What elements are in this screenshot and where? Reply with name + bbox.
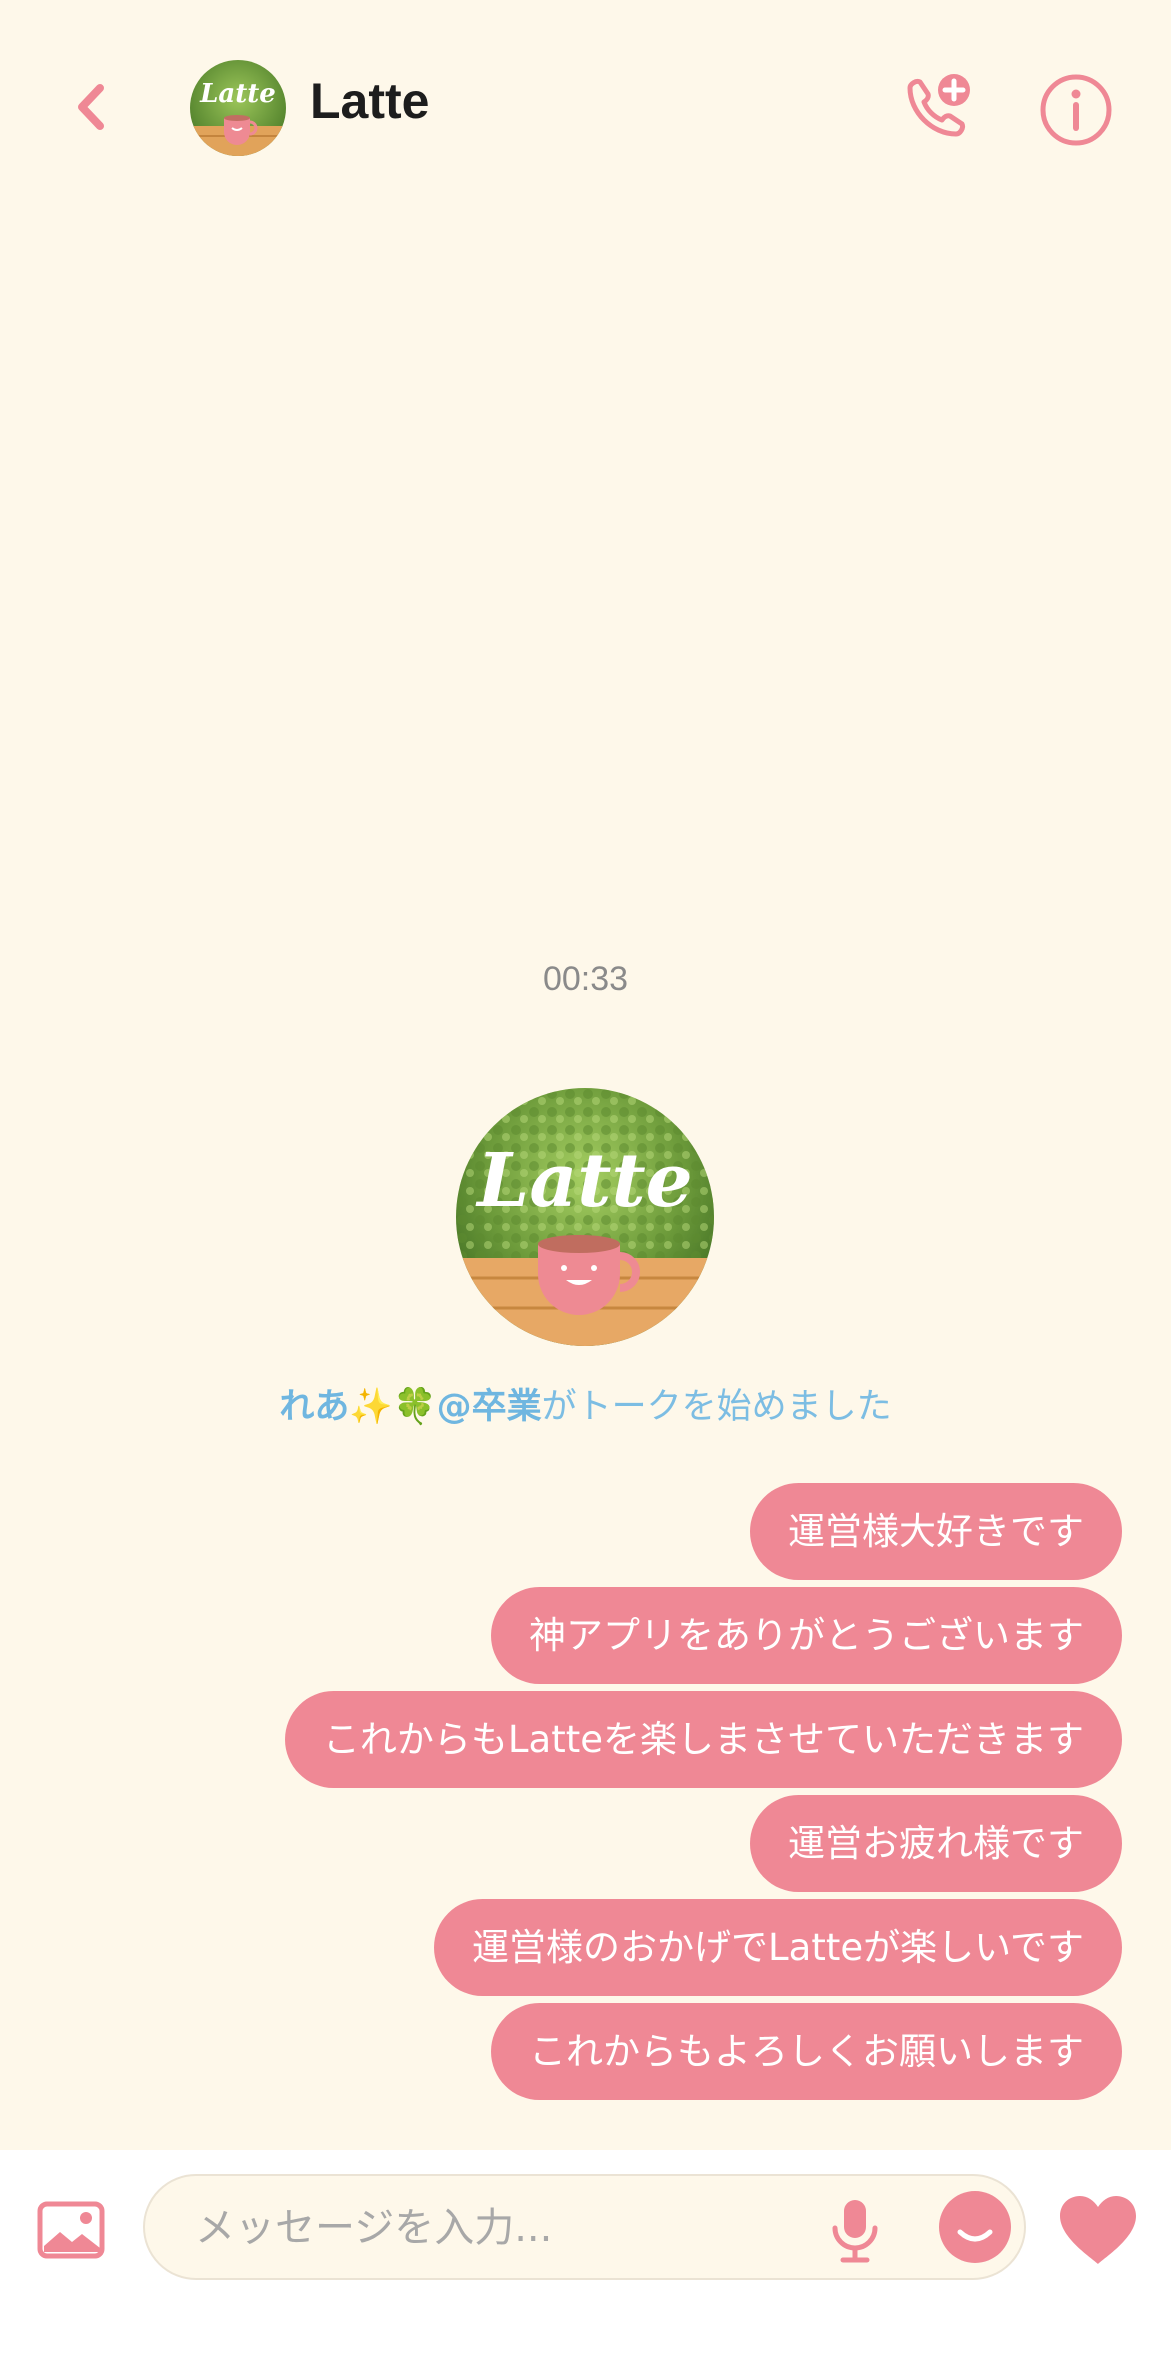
- add-call-icon[interactable]: [900, 72, 974, 146]
- composer-bar: [0, 2150, 1171, 2364]
- emoji-icon[interactable]: [938, 2190, 1012, 2264]
- header-avatar[interactable]: Latte: [190, 60, 286, 156]
- chat-header: Latte Latte: [0, 0, 1171, 215]
- group-avatar-text: Latte: [475, 1138, 692, 1224]
- heart-icon[interactable]: [1056, 2194, 1140, 2266]
- system-message: れあ✨🍀@卒業がトークを始めました: [0, 1378, 1171, 1429]
- message-bubble[interactable]: これからもLatteを楽しまさせていただきます: [284, 1691, 1122, 1788]
- chat-title: Latte: [310, 73, 430, 129]
- system-message-text: がトークを始めました: [541, 1387, 892, 1427]
- message-bubble[interactable]: 運営様大好きです: [750, 1483, 1122, 1580]
- message-input[interactable]: [193, 2176, 757, 2280]
- header-avatar-text: Latte: [199, 79, 276, 109]
- message-timestamp: 00:33: [542, 960, 629, 998]
- mic-icon[interactable]: [825, 2196, 885, 2266]
- message-bubble[interactable]: 神アプリをありがとうございます: [491, 1587, 1122, 1684]
- message-bubble[interactable]: これからもよろしくお願いします: [491, 2003, 1122, 2100]
- message-bubble[interactable]: 運営お疲れ様です: [750, 1795, 1122, 1892]
- system-message-user[interactable]: れあ✨🍀@卒業: [279, 1387, 541, 1427]
- message-bubble[interactable]: 運営様のおかげでLatteが楽しいです: [434, 1899, 1122, 1996]
- back-icon[interactable]: [62, 72, 122, 142]
- message-input-box[interactable]: [143, 2174, 1026, 2280]
- message-list: 運営様大好きです 神アプリをありがとうございます これからもLatteを楽しまさ…: [284, 1483, 1122, 2100]
- group-avatar[interactable]: Latte: [456, 1088, 714, 1346]
- info-icon[interactable]: [1038, 72, 1114, 148]
- image-icon[interactable]: [36, 2200, 106, 2260]
